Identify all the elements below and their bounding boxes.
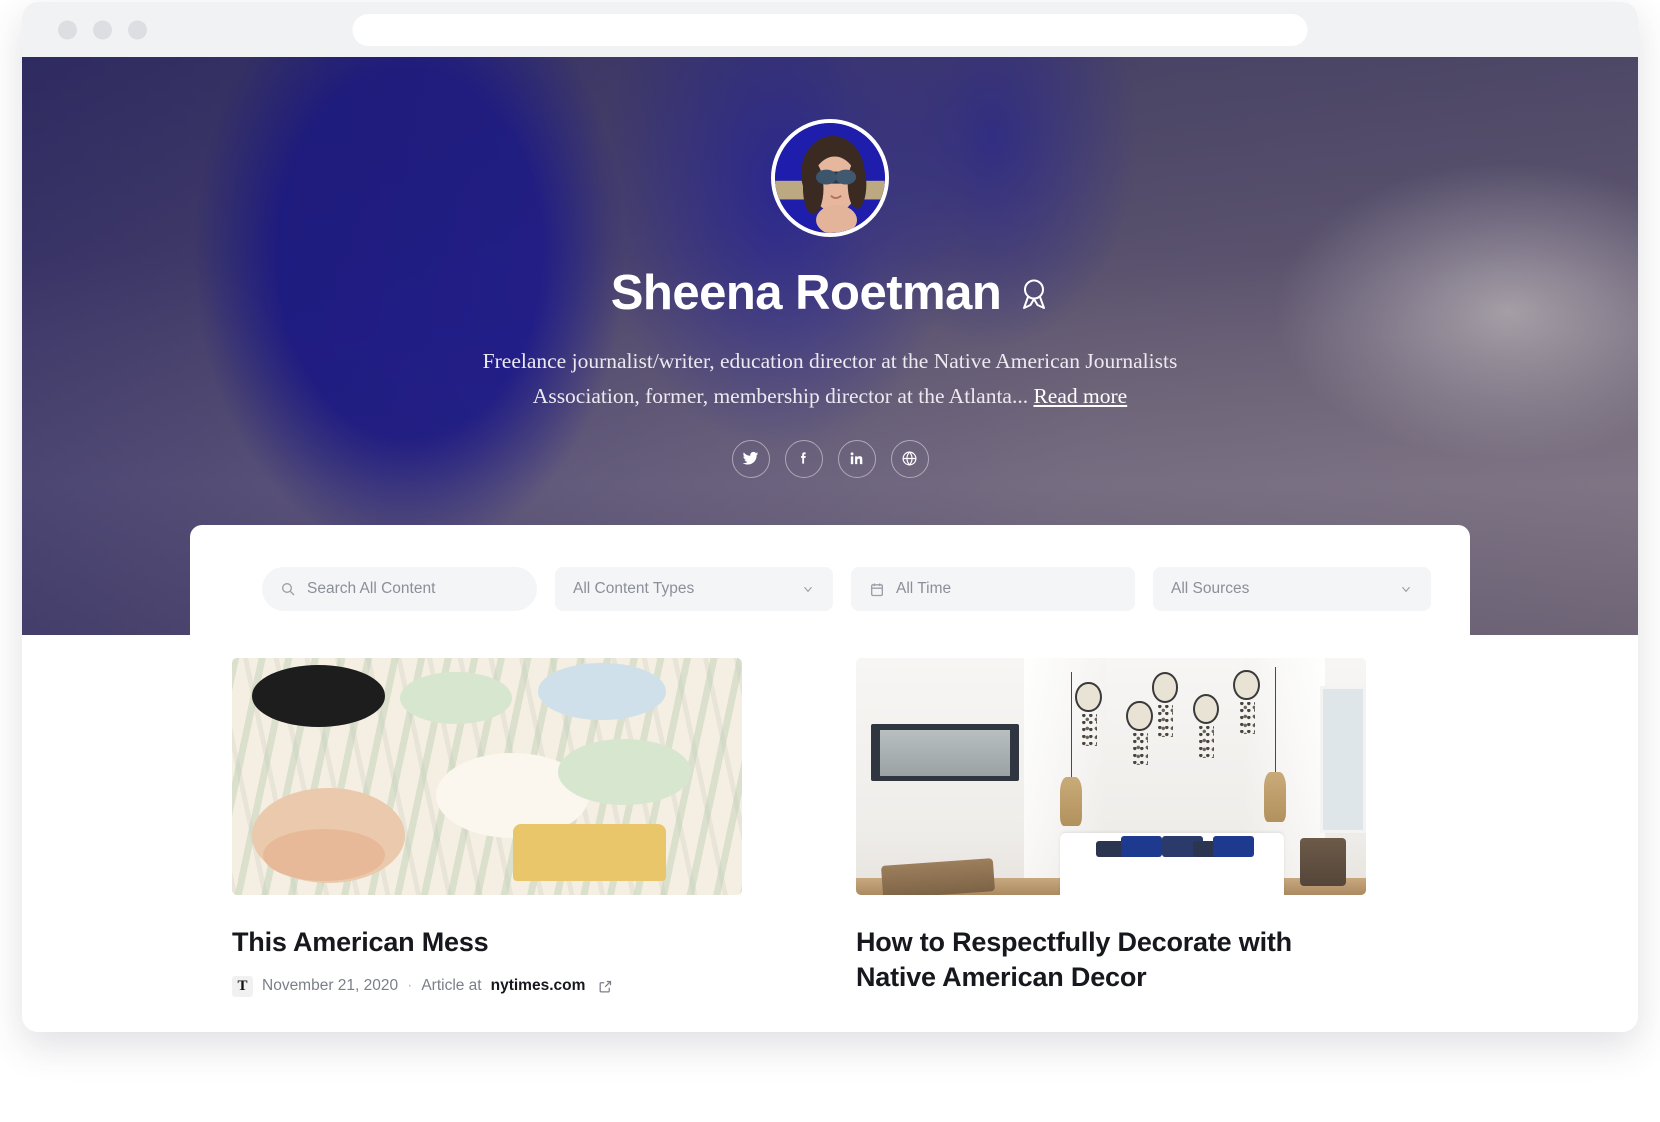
article-thumbnail-illustration[interactable] [232, 658, 742, 895]
facebook-link[interactable] [784, 439, 823, 478]
thumb-blob [538, 662, 666, 720]
profile-bio: Freelance journalist/writer, education d… [430, 344, 1230, 414]
filter-bar: Search All Content All Content Types All… [190, 525, 1470, 640]
sources-select[interactable]: All Sources [1153, 567, 1431, 611]
thumb-dreamcatcher [1075, 681, 1102, 747]
avatar[interactable] [771, 119, 889, 237]
read-more-link[interactable]: Read more [1033, 384, 1127, 408]
twitter-icon [742, 452, 759, 465]
page-title: Sheena Roetman [610, 266, 1002, 320]
time-range-select[interactable]: All Time [851, 567, 1135, 611]
browser-titlebar [22, 2, 1638, 57]
thumb-dreamcatcher [1126, 700, 1153, 766]
external-link-icon[interactable] [598, 979, 613, 994]
content-type-select[interactable]: All Content Types [555, 567, 833, 611]
thumb-pendant-lamp [1060, 672, 1083, 827]
award-ribbon-icon [1023, 279, 1046, 309]
thumb-mirror [871, 724, 1020, 782]
profile-bio-line-2: Association, former, membership director… [532, 383, 1029, 408]
search-input[interactable]: Search All Content [262, 567, 537, 611]
search-placeholder: Search All Content [307, 580, 436, 597]
close-button[interactable] [58, 20, 77, 39]
facebook-icon [801, 452, 806, 464]
content-type-label: All Content Types [573, 580, 695, 597]
filter-controls: Search All Content All Content Types All… [262, 567, 1431, 611]
twitter-link[interactable] [731, 439, 770, 478]
globe-icon [902, 451, 917, 466]
thumb-window [1320, 686, 1366, 834]
card-title[interactable]: How to Respectfully Decorate with Native… [856, 925, 1366, 994]
card-source-domain: nytimes.com [490, 977, 586, 995]
article-thumbnail-bedroom[interactable] [856, 658, 1366, 895]
url-input[interactable] [352, 13, 1308, 46]
thumb-table-pink [262, 828, 385, 881]
traffic-lights [58, 20, 147, 39]
search-icon [282, 583, 295, 596]
minimize-button[interactable] [93, 20, 112, 39]
social-links [22, 439, 1638, 478]
thumb-dreamcatcher [1233, 669, 1260, 735]
profile-bio-line-1: Freelance journalist/writer, education d… [482, 349, 1178, 373]
avatar-image [775, 123, 885, 233]
thumb-pendant-lamp [1264, 667, 1287, 822]
browser-window: Sheena Roetman Freelance journalist/writ… [22, 2, 1638, 1032]
card-source-prefix: Article at [421, 977, 482, 995]
card-meta: T November 21, 2020 · Article at nytimes… [232, 975, 742, 997]
content-card-list: This American Mess T November 21, 2020 ·… [22, 640, 1638, 997]
card-title[interactable]: This American Mess [232, 925, 742, 960]
content-panel: Search All Content All Content Types All… [22, 525, 1638, 1032]
meta-separator: · [407, 977, 413, 995]
thumb-dreamcatcher [1151, 672, 1179, 737]
sources-label: All Sources [1171, 580, 1250, 597]
results-area: This American Mess T November 21, 2020 ·… [22, 640, 1638, 1032]
linkedin-icon [850, 452, 863, 465]
thumb-blob [252, 665, 385, 727]
linkedin-link[interactable] [837, 439, 876, 478]
profile-name-row: Sheena Roetman [22, 269, 1638, 318]
maximize-button[interactable] [128, 20, 147, 39]
thumb-pillow [1121, 835, 1162, 858]
nytimes-favicon: T [232, 975, 253, 997]
thumb-basket [1299, 838, 1346, 886]
thumb-dreamcatcher [1192, 693, 1220, 758]
chevron-down-icon [1402, 586, 1410, 593]
thumb-blob [558, 738, 691, 805]
time-range-label: All Time [896, 580, 952, 597]
thumb-pillow [1213, 835, 1254, 858]
website-link[interactable] [890, 439, 929, 478]
content-card: How to Respectfully Decorate with Native… [856, 658, 1366, 997]
content-card: This American Mess T November 21, 2020 ·… [232, 658, 742, 997]
thumb-table-yellow [512, 823, 666, 881]
calendar-icon [871, 583, 883, 596]
chevron-down-icon [804, 586, 812, 593]
card-date: November 21, 2020 [262, 977, 399, 995]
